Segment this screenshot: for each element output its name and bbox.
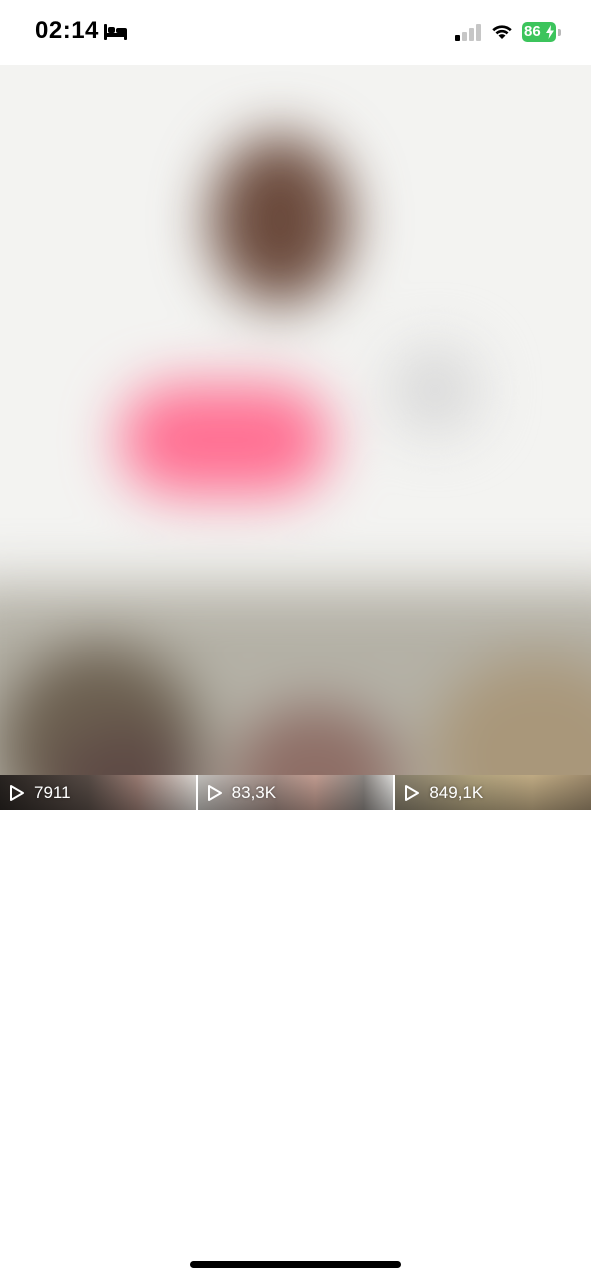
view-count: 7911 [34,783,71,802]
play-icon [207,785,222,801]
thumbnail-shade [0,775,196,810]
play-icon [405,785,420,801]
blur-region-grey [390,345,480,435]
cellular-signal-icon [455,24,481,41]
view-count: 849,1K [429,783,484,802]
blur-region-avatar [210,135,350,305]
thumbnail-shade [395,775,591,810]
bed-icon [104,24,127,40]
video-thumbnail[interactable]: 7911 [0,775,196,810]
blurred-cover-image[interactable] [0,65,591,775]
status-bar: 02:14 86 [0,0,591,64]
battery-percent: 86 [524,23,541,40]
home-indicator[interactable] [190,1261,401,1268]
wifi-icon [492,25,512,39]
video-grid: 7911 83,3K 849,1K [0,775,591,810]
blur-region-pink-button [120,385,330,495]
battery-cap [558,29,561,36]
blurred-content [0,65,591,775]
charging-bolt-icon [546,25,554,39]
video-thumbnail[interactable]: 849,1K [395,775,591,810]
battery-indicator: 86 [522,22,561,42]
thumbnail-shade [197,775,394,810]
play-icon [10,785,24,801]
status-time: 02:14 [35,17,99,44]
video-thumbnail[interactable]: 83,3K [197,775,394,810]
view-count: 83,3K [231,783,277,802]
